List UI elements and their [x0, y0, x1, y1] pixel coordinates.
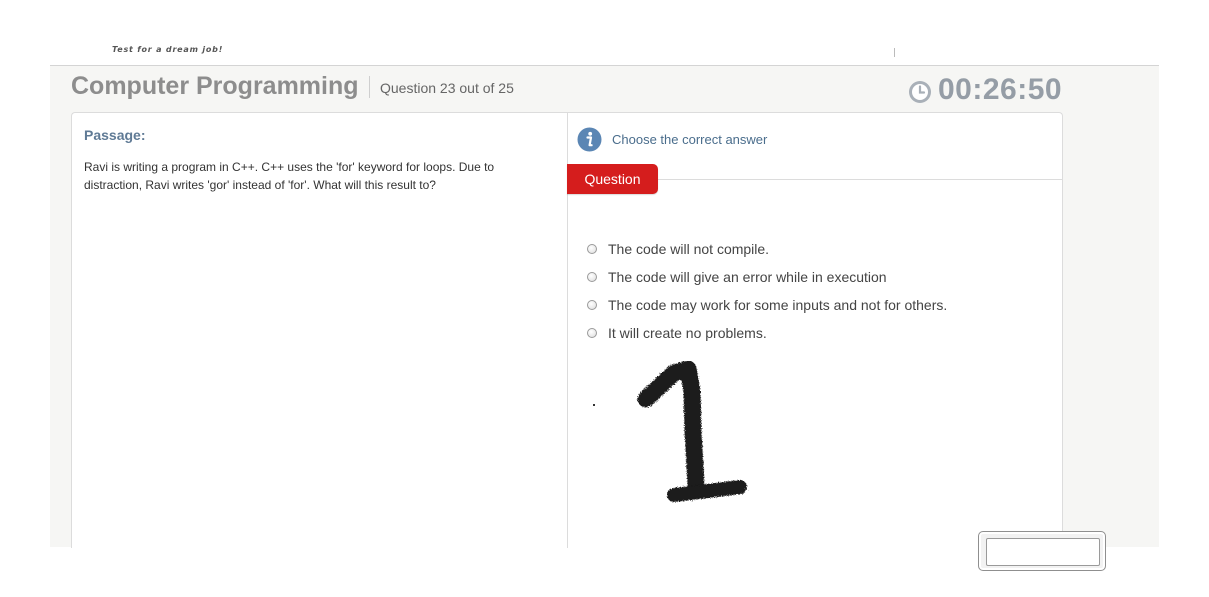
- countdown-timer: 00:26:50: [908, 72, 1062, 108]
- answer-option[interactable]: The code will give an error while in exe…: [587, 263, 947, 291]
- handwritten-answer: [637, 361, 747, 502]
- radio-button[interactable]: [587, 300, 597, 310]
- radio-button[interactable]: [587, 244, 597, 254]
- answer-option[interactable]: The code will not compile.: [587, 235, 947, 263]
- next-button-inner: [986, 538, 1100, 566]
- instruction-row: Choose the correct answer: [577, 127, 767, 152]
- tab-question[interactable]: Question: [567, 164, 658, 194]
- next-button[interactable]: [978, 531, 1106, 571]
- title-divider: [369, 76, 370, 98]
- question-panel: Choose the correct answer Question The c…: [567, 112, 1063, 548]
- passage-heading: Passage:: [84, 127, 146, 143]
- stray-dot: [593, 404, 595, 406]
- answer-option-label: The code may work for some inputs and no…: [608, 297, 948, 313]
- brand-tagline: Test for a dream job!: [112, 45, 224, 54]
- test-title: Computer Programming: [71, 72, 359, 100]
- radio-button[interactable]: [587, 328, 597, 338]
- top-header-bar: Test for a dream job!: [50, 40, 1159, 66]
- answer-option-label: The code will not compile.: [608, 241, 770, 257]
- answer-option[interactable]: It will create no problems.: [587, 319, 947, 347]
- instruction-text: Choose the correct answer: [612, 132, 768, 147]
- question-counter: Question 23 out of 25: [380, 80, 514, 96]
- radio-button[interactable]: [587, 272, 597, 282]
- answer-options: The code will not compile. The code will…: [587, 235, 947, 347]
- passage-text: Ravi is writing a program in C++. C++ us…: [84, 160, 495, 192]
- answer-option-label: The code will give an error while in exe…: [608, 269, 887, 285]
- header-divider: [894, 48, 895, 57]
- answer-option-label: It will create no problems.: [608, 325, 767, 341]
- timer-value: 00:26:50: [938, 73, 1063, 106]
- passage-panel: Passage: Ravi is writing a program in C+…: [71, 112, 568, 548]
- test-stage: Computer Programming Question 23 out of …: [50, 66, 1159, 571]
- clock-icon: [909, 81, 931, 103]
- info-icon: [577, 127, 602, 152]
- answer-option[interactable]: The code may work for some inputs and no…: [587, 291, 947, 319]
